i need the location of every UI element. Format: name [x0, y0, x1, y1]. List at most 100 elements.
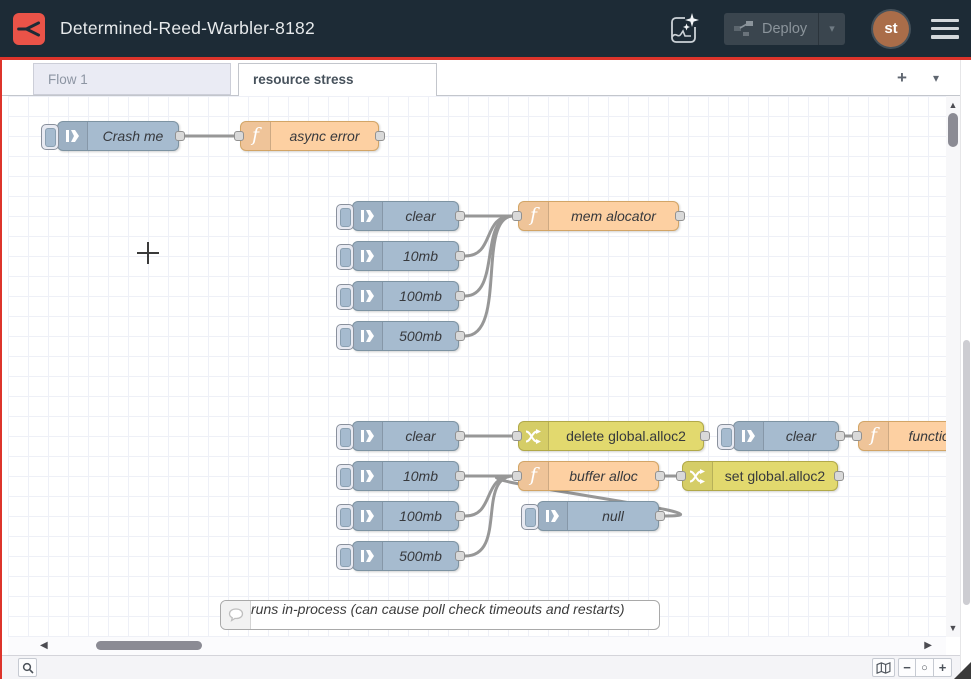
inject-arrow-icon [58, 122, 88, 150]
inject-trigger-button[interactable] [336, 544, 354, 570]
ai-assistant-icon[interactable] [664, 9, 704, 49]
search-button[interactable] [18, 658, 37, 677]
inject-node[interactable]: 500mb [352, 541, 459, 571]
tab-resource-stress[interactable]: resource stress [238, 63, 437, 96]
function-node[interactable]: f async error [240, 121, 379, 151]
output-port[interactable] [700, 431, 710, 441]
inject-trigger-button[interactable] [717, 424, 735, 450]
output-port[interactable] [455, 291, 465, 301]
inject-trigger-button[interactable] [336, 424, 354, 450]
input-port[interactable] [676, 471, 686, 481]
node-label: clear [383, 202, 458, 230]
tab-flow-1[interactable]: Flow 1 [33, 63, 231, 95]
navigator-button[interactable] [872, 658, 895, 677]
inject-node[interactable]: null [537, 501, 659, 531]
window-resize-grip[interactable] [954, 662, 971, 679]
inject-arrow-icon [353, 502, 383, 530]
change-node[interactable]: delete global.alloc2 [518, 421, 704, 451]
inject-node[interactable]: clear [352, 201, 459, 231]
output-port[interactable] [834, 471, 844, 481]
app-logo-icon[interactable] [13, 13, 45, 45]
inject-node[interactable]: clear [352, 421, 459, 451]
zoom-out-button[interactable]: − [898, 658, 916, 677]
inject-trigger-button[interactable] [336, 464, 354, 490]
scroll-right-icon[interactable]: ▶ [924, 640, 932, 651]
inject-arrow-icon [353, 542, 383, 570]
node-label: async error [271, 122, 378, 150]
inject-node[interactable]: 100mb [352, 281, 459, 311]
scroll-left-icon[interactable]: ◀ [40, 640, 48, 651]
inject-trigger-button[interactable] [336, 504, 354, 530]
output-port[interactable] [375, 131, 385, 141]
inject-arrow-icon [734, 422, 764, 450]
node-label: clear [764, 422, 838, 450]
inject-arrow-icon [353, 282, 383, 310]
input-port[interactable] [512, 211, 522, 221]
function-node[interactable]: f buffer alloc [518, 461, 659, 491]
output-port[interactable] [655, 511, 665, 521]
zoom-in-button[interactable]: + [934, 658, 952, 677]
function-icon: f [241, 122, 271, 150]
canvas-horizontal-scrollbar[interactable]: ◀ ▶ [8, 637, 946, 655]
horizontal-scroll-thumb[interactable] [96, 641, 202, 650]
inject-trigger-button[interactable] [521, 504, 539, 530]
output-port[interactable] [455, 211, 465, 221]
inject-arrow-icon [353, 462, 383, 490]
output-port[interactable] [455, 331, 465, 341]
output-port[interactable] [455, 471, 465, 481]
change-node[interactable]: set global.alloc2 [682, 461, 838, 491]
output-port[interactable] [175, 131, 185, 141]
flow-canvas[interactable]: Crash me f async error clear 10mb 100mb [8, 96, 946, 637]
hamburger-menu-icon[interactable] [931, 17, 959, 41]
input-port[interactable] [234, 131, 244, 141]
scroll-up-icon[interactable]: ▲ [946, 100, 960, 110]
inject-arrow-icon [353, 422, 383, 450]
input-port[interactable] [512, 431, 522, 441]
inject-node[interactable]: clear [733, 421, 839, 451]
inject-trigger-button[interactable] [41, 124, 59, 150]
inject-trigger-button[interactable] [336, 284, 354, 310]
inject-arrow-icon [353, 242, 383, 270]
comment-node[interactable]: runs in-process (can cause poll check ti… [220, 600, 660, 630]
function-node[interactable]: f mem alocator [518, 201, 679, 231]
inject-arrow-icon [353, 202, 383, 230]
output-port[interactable] [835, 431, 845, 441]
input-port[interactable] [512, 471, 522, 481]
inject-trigger-button[interactable] [336, 324, 354, 350]
comment-bubble-icon [221, 601, 251, 629]
add-flow-button[interactable]: + [892, 68, 912, 88]
output-port[interactable] [455, 551, 465, 561]
output-port[interactable] [455, 251, 465, 261]
inject-trigger-button[interactable] [336, 244, 354, 270]
node-label: 100mb [383, 282, 458, 310]
output-port[interactable] [455, 511, 465, 521]
window-scrollbar[interactable] [960, 60, 971, 679]
change-swap-icon [683, 462, 713, 490]
inject-node[interactable]: 10mb [352, 461, 459, 491]
output-port[interactable] [675, 211, 685, 221]
window-scroll-thumb[interactable] [963, 340, 970, 605]
vertical-scroll-thumb[interactable] [948, 113, 958, 147]
node-label: null [568, 502, 658, 530]
node-label: clear [383, 422, 458, 450]
inject-trigger-button[interactable] [336, 204, 354, 230]
inject-node[interactable]: 10mb [352, 241, 459, 271]
output-port[interactable] [655, 471, 665, 481]
function-node[interactable]: f function [858, 421, 946, 451]
inject-node[interactable]: 500mb [352, 321, 459, 351]
output-port[interactable] [455, 431, 465, 441]
input-port[interactable] [852, 431, 862, 441]
deploy-button[interactable]: Deploy ▾ [724, 13, 845, 45]
user-avatar[interactable]: st [873, 11, 909, 47]
inject-node[interactable]: Crash me [57, 121, 179, 151]
flow-instance-title: Determined-Reed-Warbler-8182 [60, 0, 315, 57]
map-icon [876, 662, 891, 674]
deploy-options-caret-icon[interactable]: ▾ [819, 22, 845, 35]
scroll-down-icon[interactable]: ▼ [946, 623, 960, 633]
inject-node[interactable]: 100mb [352, 501, 459, 531]
zoom-reset-button[interactable]: ○ [916, 658, 934, 677]
deploy-label: Deploy [762, 21, 818, 37]
flow-list-caret-icon[interactable]: ▾ [926, 68, 946, 88]
node-label: function [889, 422, 946, 450]
canvas-vertical-scrollbar[interactable]: ▲ ▼ [946, 96, 960, 637]
